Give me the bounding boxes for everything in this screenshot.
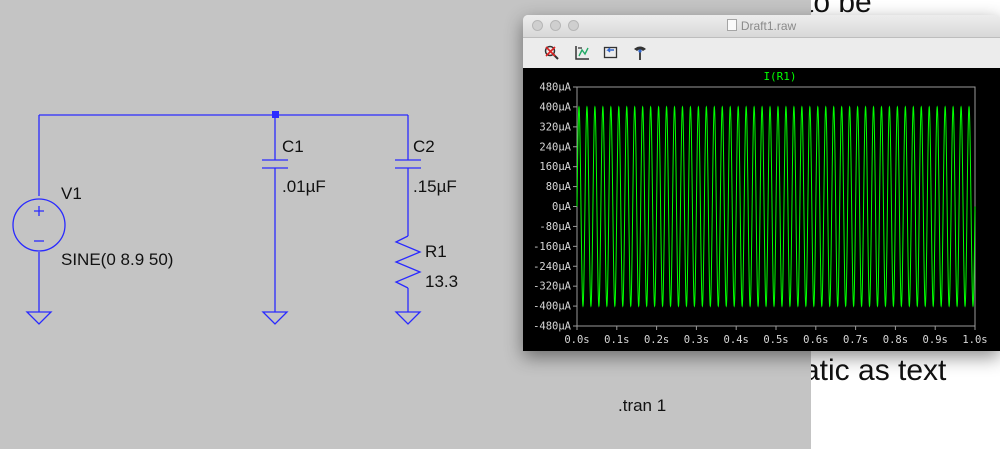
waveform-window[interactable]: Draft1.raw I(R1) 480µA 400µA 320µA 240µA 160… (523, 15, 1000, 351)
y-tick-label: -160µA (533, 241, 572, 253)
trace-label-i-r1[interactable]: I(R1) (763, 70, 796, 83)
zoom-cancel-icon[interactable] (543, 44, 561, 62)
window-titlebar[interactable]: Draft1.raw (523, 15, 1000, 38)
x-tick-label: 0.1s (604, 334, 629, 346)
v1-plus-sign (34, 206, 44, 216)
y-tick-label: 160µA (539, 161, 571, 173)
window-title-text: Draft1.raw (740, 19, 797, 33)
plot-toolbar (523, 38, 1000, 68)
c1-name-label[interactable]: C1 (282, 137, 304, 157)
y-tick-label: 480µA (539, 82, 571, 94)
window-title: Draft1.raw (523, 19, 1000, 33)
v1-name-label[interactable]: V1 (61, 184, 82, 204)
y-tick-label: -240µA (533, 261, 572, 273)
x-tick-label: 0.3s (684, 334, 709, 346)
r1-value-label[interactable]: 13.3 (425, 272, 458, 292)
c2-name-label[interactable]: C2 (413, 137, 435, 157)
y-tick-label: 80µA (546, 181, 572, 193)
ground-v1 (25, 311, 53, 325)
c1-value-label[interactable]: .01µF (282, 177, 326, 197)
y-tick-label: -80µA (539, 221, 571, 233)
x-tick-label: 0.8s (883, 334, 908, 346)
y-tick-label: 240µA (539, 141, 571, 153)
y-tick-label: -400µA (533, 301, 572, 313)
y-tick-label: 320µA (539, 121, 571, 133)
x-tick-label: 0.4s (724, 334, 749, 346)
y-tick-label: -480µA (533, 321, 572, 333)
autorange-icon[interactable] (573, 44, 591, 62)
x-tick-label: 0.0s (564, 334, 589, 346)
x-tick-label: 0.7s (843, 334, 868, 346)
back-icon[interactable] (602, 44, 620, 62)
x-tick-label: 0.2s (644, 334, 669, 346)
document-text-fragment: atic as text (803, 354, 947, 387)
v1-value-label[interactable]: SINE(0 8.9 50) (61, 250, 173, 270)
y-tick-label: 400µA (539, 101, 571, 113)
resistor-r1 (394, 235, 422, 289)
c2-value-label[interactable]: .15µF (413, 177, 457, 197)
x-tick-label: 0.9s (923, 334, 948, 346)
ground-r1 (394, 311, 422, 325)
x-tick-label: 0.6s (803, 334, 828, 346)
trace-i-r1 (576, 105, 976, 308)
ground-c1 (261, 311, 289, 325)
spice-directive[interactable]: .tran 1 (618, 396, 666, 416)
probe-icon[interactable] (631, 44, 649, 62)
y-tick-label: 0µA (552, 201, 572, 213)
x-tick-label: 0.5s (763, 334, 788, 346)
document-icon (726, 19, 737, 31)
plot-area[interactable]: I(R1) 480µA 400µA 320µA 240µA 160µA 80µA 0µA -8… (523, 68, 1000, 351)
junction-dot (272, 111, 279, 118)
waveform-plot[interactable]: I(R1) 480µA 400µA 320µA 240µA 160µA 80µA 0µA -8… (523, 68, 1000, 351)
r1-name-label[interactable]: R1 (425, 242, 447, 262)
y-tick-label: -320µA (533, 281, 572, 293)
x-tick-label: 1.0s (962, 334, 987, 346)
